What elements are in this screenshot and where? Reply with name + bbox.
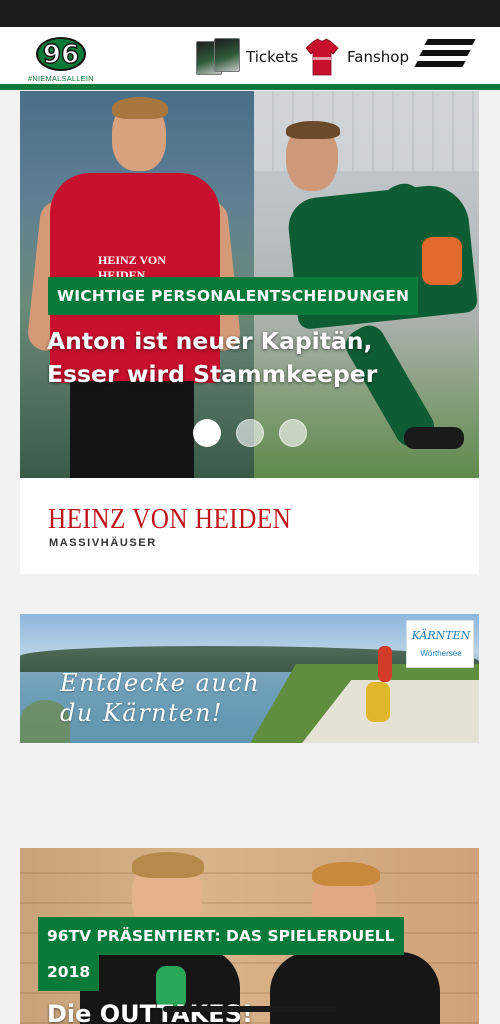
ad-slogan-line1: Entdecke auch xyxy=(60,669,261,697)
person-figure xyxy=(378,646,392,682)
advertisement-banner[interactable]: Entdecke auch du Kärnten! KÄRNTEN Wörthe… xyxy=(20,614,479,743)
ad-logo: KÄRNTEN Wörthersee xyxy=(406,620,474,668)
home-indicator[interactable] xyxy=(163,1006,337,1012)
nav-tickets-link[interactable]: Tickets xyxy=(196,34,298,80)
hamburger-menu-icon[interactable] xyxy=(414,36,478,70)
cyclist-figure xyxy=(366,682,390,722)
carousel-dot-3[interactable] xyxy=(279,419,307,447)
carousel-dot-1[interactable] xyxy=(193,419,221,447)
nav-tickets-label: Tickets xyxy=(246,48,299,66)
hero-tag-text: WICHTIGE PERSONALENTSCHEIDUNGEN xyxy=(57,287,410,305)
teaser-category-tag: 96TV PRÄSENTIERT: DAS SPIELERDUELL 2018 xyxy=(38,917,429,991)
logo-number: 96 xyxy=(42,39,80,70)
hero-headline-line2: Esser wird Stammkeeper xyxy=(47,360,378,388)
ad-slogan: Entdecke auch du Kärnten! xyxy=(60,668,260,728)
carousel-pagination xyxy=(193,419,309,447)
carousel-dot-2[interactable] xyxy=(236,419,264,447)
logo-tagline: #NIEMALSALLEIN xyxy=(28,74,94,83)
hero-headline[interactable]: Anton ist neuer Kapitän, Esser wird Stam… xyxy=(47,325,467,391)
sponsor-banner[interactable]: HEINZ VON HEIDEN MASSIVHÄUSER xyxy=(20,478,479,574)
hero-carousel[interactable]: HEINZ VON HEIDEN WICHTIGE PERSONALENTSCH… xyxy=(20,91,479,478)
jersey-icon xyxy=(305,38,339,76)
ad-logo-sub: Wörthersee xyxy=(420,649,462,658)
ad-slogan-line2: du Kärnten! xyxy=(60,699,224,727)
header-divider xyxy=(0,84,500,90)
video-teaser-card[interactable]: 96TV PRÄSENTIERT: DAS SPIELERDUELL 2018 … xyxy=(20,848,479,1024)
tickets-icon xyxy=(196,37,242,77)
sponsor-name: HEINZ VON HEIDEN xyxy=(48,504,292,535)
nav-fanshop-link[interactable]: Fanshop xyxy=(305,34,409,80)
nav-fanshop-label: Fanshop xyxy=(347,48,409,66)
sponsor-subline: MASSIVHÄUSER xyxy=(49,537,157,549)
teaser-tag-line2: 2018 xyxy=(47,963,91,981)
hero-category-tag: WICHTIGE PERSONALENTSCHEIDUNGEN xyxy=(48,277,419,315)
club-logo[interactable]: 96 #NIEMALSALLEIN xyxy=(28,37,94,83)
teaser-tag-line1: 96TV PRÄSENTIERT: DAS SPIELERDUELL xyxy=(47,927,395,945)
hero-headline-line1: Anton ist neuer Kapitän, xyxy=(47,327,373,355)
status-bar xyxy=(0,0,500,27)
logo-emblem: 96 xyxy=(36,37,86,71)
ad-logo-main: KÄRNTEN xyxy=(411,629,471,642)
